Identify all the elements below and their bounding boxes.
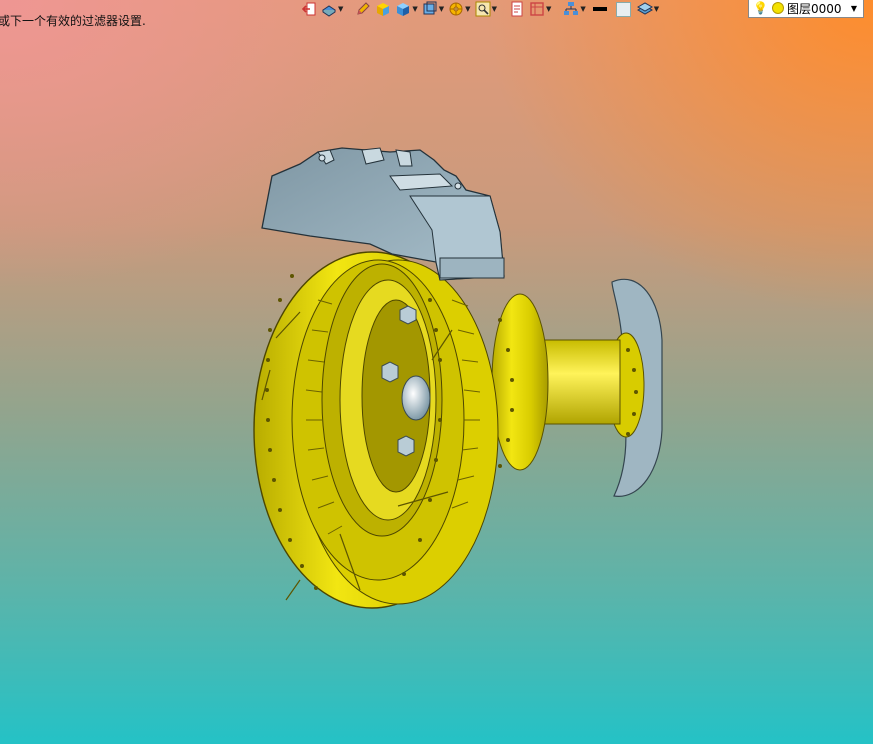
3d-viewport[interactable]: 或下一个有效的过滤器设置. ▼ ▼ ▼ ▼ ▼ ▼ ▼ ▼ 💡 图层0000 ▼ <box>0 0 873 744</box>
hub-shaft <box>491 293 621 471</box>
brake-disc-model[interactable] <box>0 0 873 744</box>
brake-disc <box>253 251 638 609</box>
